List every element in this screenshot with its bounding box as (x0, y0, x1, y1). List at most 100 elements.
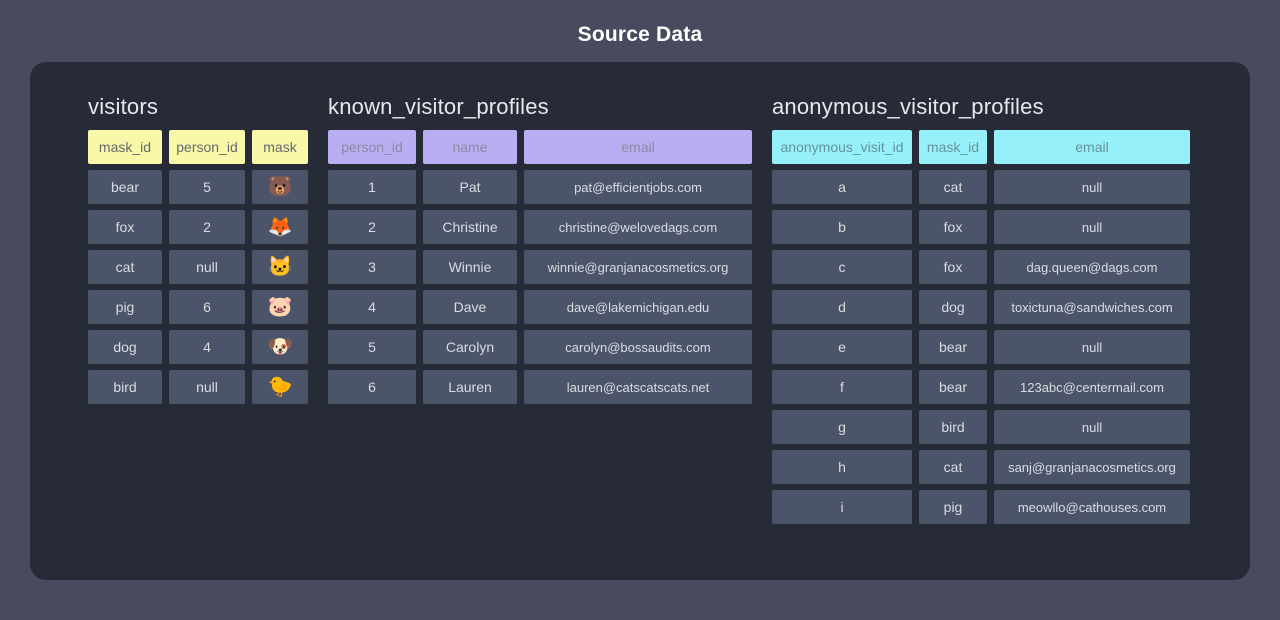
table-row: hcatsanj@granjanacosmetics.org (772, 450, 1190, 484)
cell-anonymous_visitor_profiles-mask_id: cat (919, 170, 987, 204)
table-title-anonymous_visitor_profiles: anonymous_visitor_profiles (772, 94, 1190, 120)
cell-anonymous_visitor_profiles-anonymous_visit_id: c (772, 250, 912, 284)
cell-visitors-mask_id: cat (88, 250, 162, 284)
cell-anonymous_visitor_profiles-anonymous_visit_id: d (772, 290, 912, 324)
tables-container: visitorsmask_idperson_idmaskbear5🐻fox2🦊c… (30, 62, 1250, 530)
cell-anonymous_visitor_profiles-anonymous_visit_id: f (772, 370, 912, 404)
table-title-known_visitor_profiles: known_visitor_profiles (328, 94, 752, 120)
cell-visitors-mask: 🐱 (252, 250, 308, 284)
cell-visitors-person_id: null (169, 250, 245, 284)
column-header-mask: mask (252, 130, 308, 164)
column-header-person_id: person_id (169, 130, 245, 164)
cell-anonymous_visitor_profiles-email: sanj@granjanacosmetics.org (994, 450, 1190, 484)
table-visitors: visitorsmask_idperson_idmaskbear5🐻fox2🦊c… (88, 94, 308, 410)
cell-visitors-person_id: null (169, 370, 245, 404)
cell-known_visitor_profiles-name: Lauren (423, 370, 517, 404)
header-row: anonymous_visit_idmask_idemail (772, 130, 1190, 164)
cell-visitors-mask: 🐻 (252, 170, 308, 204)
cell-known_visitor_profiles-email: lauren@catscatscats.net (524, 370, 752, 404)
cell-anonymous_visitor_profiles-mask_id: bear (919, 330, 987, 364)
cell-anonymous_visitor_profiles-mask_id: bear (919, 370, 987, 404)
cell-visitors-person_id: 6 (169, 290, 245, 324)
table-row: gbirdnull (772, 410, 1190, 444)
cell-anonymous_visitor_profiles-email: null (994, 410, 1190, 444)
header-row: mask_idperson_idmask (88, 130, 308, 164)
cell-anonymous_visitor_profiles-email: null (994, 170, 1190, 204)
cell-visitors-person_id: 5 (169, 170, 245, 204)
cell-visitors-mask_id: fox (88, 210, 162, 244)
column-header-mask_id: mask_id (88, 130, 162, 164)
cell-anonymous_visitor_profiles-anonymous_visit_id: a (772, 170, 912, 204)
cell-known_visitor_profiles-email: christine@welovedags.com (524, 210, 752, 244)
cell-visitors-mask_id: dog (88, 330, 162, 364)
cell-anonymous_visitor_profiles-email: null (994, 210, 1190, 244)
column-header-anonymous_visit_id: anonymous_visit_id (772, 130, 912, 164)
table-row: 5Carolyncarolyn@bossaudits.com (328, 330, 752, 364)
table-row: acatnull (772, 170, 1190, 204)
cell-anonymous_visitor_profiles-mask_id: dog (919, 290, 987, 324)
cell-anonymous_visitor_profiles-mask_id: pig (919, 490, 987, 524)
cell-visitors-mask: 🐤 (252, 370, 308, 404)
table-row: 1Patpat@efficientjobs.com (328, 170, 752, 204)
cell-visitors-mask_id: pig (88, 290, 162, 324)
cell-known_visitor_profiles-person_id: 6 (328, 370, 416, 404)
table-row: ddogtoxictuna@sandwiches.com (772, 290, 1190, 324)
table-title-visitors: visitors (88, 94, 308, 120)
cell-visitors-person_id: 4 (169, 330, 245, 364)
table-row: ebearnull (772, 330, 1190, 364)
cell-anonymous_visitor_profiles-anonymous_visit_id: b (772, 210, 912, 244)
cell-anonymous_visitor_profiles-email: null (994, 330, 1190, 364)
cell-anonymous_visitor_profiles-anonymous_visit_id: i (772, 490, 912, 524)
cell-known_visitor_profiles-name: Christine (423, 210, 517, 244)
cell-known_visitor_profiles-name: Carolyn (423, 330, 517, 364)
table-row: ipigmeowllo@cathouses.com (772, 490, 1190, 524)
table-row: dog4🐶 (88, 330, 308, 364)
column-header-email: email (994, 130, 1190, 164)
table-known_visitor_profiles: known_visitor_profiles person_idnameemail… (328, 94, 752, 410)
source-data-panel: visitorsmask_idperson_idmaskbear5🐻fox2🦊c… (30, 62, 1250, 580)
table-anonymous_visitor_profiles: anonymous_visitor_profiles anonymous_visi… (772, 94, 1190, 530)
cell-visitors-mask: 🐷 (252, 290, 308, 324)
cell-anonymous_visitor_profiles-email: meowllo@cathouses.com (994, 490, 1190, 524)
cell-known_visitor_profiles-name: Pat (423, 170, 517, 204)
cell-known_visitor_profiles-email: dave@lakemichigan.edu (524, 290, 752, 324)
cell-visitors-person_id: 2 (169, 210, 245, 244)
cell-anonymous_visitor_profiles-email: toxictuna@sandwiches.com (994, 290, 1190, 324)
column-header-mask_id: mask_id (919, 130, 987, 164)
table-row: bear5🐻 (88, 170, 308, 204)
cell-known_visitor_profiles-person_id: 2 (328, 210, 416, 244)
column-header-email: email (524, 130, 752, 164)
table-row: cfoxdag.queen@dags.com (772, 250, 1190, 284)
cell-known_visitor_profiles-person_id: 1 (328, 170, 416, 204)
page-title: Source Data (0, 0, 1280, 62)
cell-known_visitor_profiles-person_id: 4 (328, 290, 416, 324)
cell-visitors-mask: 🦊 (252, 210, 308, 244)
cell-anonymous_visitor_profiles-anonymous_visit_id: h (772, 450, 912, 484)
table-row: 3Winniewinnie@granjanacosmetics.org (328, 250, 752, 284)
table-row: pig6🐷 (88, 290, 308, 324)
table-row: 6Laurenlauren@catscatscats.net (328, 370, 752, 404)
table-row: birdnull🐤 (88, 370, 308, 404)
cell-visitors-mask: 🐶 (252, 330, 308, 364)
cell-anonymous_visitor_profiles-mask_id: fox (919, 250, 987, 284)
cell-anonymous_visitor_profiles-anonymous_visit_id: e (772, 330, 912, 364)
cell-anonymous_visitor_profiles-mask_id: fox (919, 210, 987, 244)
column-header-name: name (423, 130, 517, 164)
table-row: fbear123abc@centermail.com (772, 370, 1190, 404)
column-header-person_id: person_id (328, 130, 416, 164)
cell-anonymous_visitor_profiles-email: dag.queen@dags.com (994, 250, 1190, 284)
cell-visitors-mask_id: bird (88, 370, 162, 404)
cell-known_visitor_profiles-person_id: 5 (328, 330, 416, 364)
table-row: bfoxnull (772, 210, 1190, 244)
cell-known_visitor_profiles-name: Winnie (423, 250, 517, 284)
cell-known_visitor_profiles-email: pat@efficientjobs.com (524, 170, 752, 204)
cell-anonymous_visitor_profiles-anonymous_visit_id: g (772, 410, 912, 444)
header-row: person_idnameemail (328, 130, 752, 164)
cell-anonymous_visitor_profiles-email: 123abc@centermail.com (994, 370, 1190, 404)
cell-known_visitor_profiles-person_id: 3 (328, 250, 416, 284)
cell-visitors-mask_id: bear (88, 170, 162, 204)
cell-known_visitor_profiles-email: carolyn@bossaudits.com (524, 330, 752, 364)
table-row: fox2🦊 (88, 210, 308, 244)
table-row: catnull🐱 (88, 250, 308, 284)
cell-anonymous_visitor_profiles-mask_id: cat (919, 450, 987, 484)
